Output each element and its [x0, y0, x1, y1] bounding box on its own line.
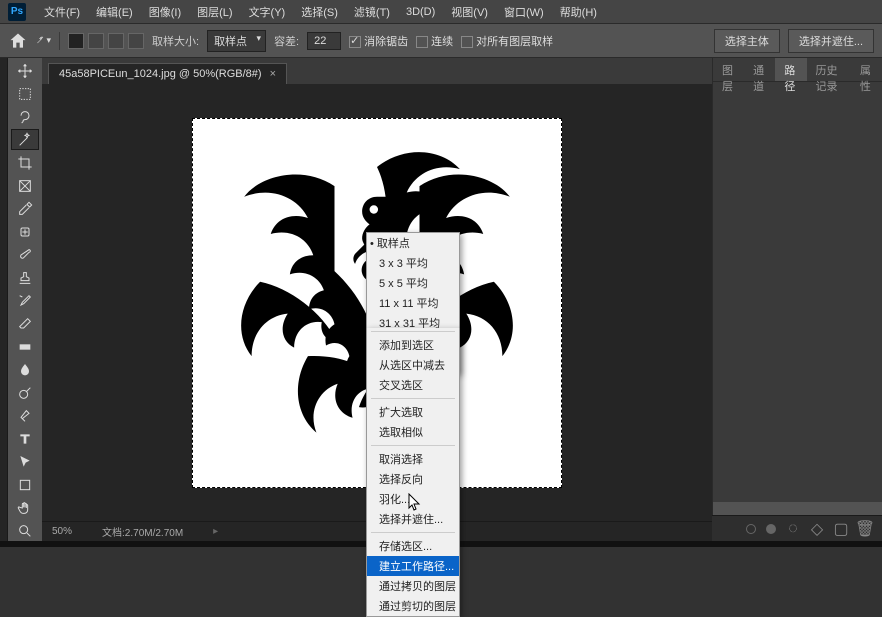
tab-gutter	[0, 58, 8, 541]
tool-type[interactable]	[11, 428, 39, 449]
ctx-save-selection[interactable]: 存储选区...	[367, 536, 459, 556]
tab-paths[interactable]: 路径	[775, 58, 806, 81]
doc-size: 文档:2.70M/2.70M	[102, 524, 183, 539]
ctx-layer-via-cut[interactable]: 通过剪切的图层	[367, 596, 459, 616]
path-to-selection-icon[interactable]: ◌	[786, 522, 800, 536]
selection-intersect-icon[interactable]	[128, 33, 144, 49]
stroke-path-icon[interactable]	[766, 524, 776, 534]
tool-hand[interactable]	[11, 497, 39, 518]
selection-add-icon[interactable]	[88, 33, 104, 49]
zoom-level[interactable]: 50%	[52, 526, 72, 537]
document-tab[interactable]: 45a58PICEun_1024.jpg @ 50%(RGB/8#) ×	[48, 63, 287, 84]
ctx-similar[interactable]: 选取相似	[367, 422, 459, 442]
menu-filter[interactable]: 滤镜(T)	[346, 4, 398, 20]
menu-layer[interactable]: 图层(L)	[189, 4, 240, 20]
tab-history[interactable]: 历史记录	[807, 58, 851, 81]
menu-file[interactable]: 文件(F)	[36, 4, 88, 20]
ctx-sample-3x3[interactable]: 3 x 3 平均	[367, 253, 459, 273]
menu-type[interactable]: 文字(Y)	[241, 4, 294, 20]
tool-zoom[interactable]	[11, 520, 39, 541]
tool-gradient[interactable]	[11, 336, 39, 357]
paths-panel-footer: ◌ ◇ ▢ 🗑	[712, 515, 882, 541]
select-and-mask-button[interactable]: 选择并遮住...	[788, 29, 874, 53]
panel-tabs: 图层 通道 路径 历史记录 属性	[713, 58, 882, 82]
tool-marquee[interactable]	[11, 83, 39, 104]
tool-shape[interactable]	[11, 474, 39, 495]
tolerance-label: 容差:	[274, 33, 299, 49]
tool-pen[interactable]	[11, 405, 39, 426]
app-logo: Ps	[8, 3, 26, 21]
tool-lasso[interactable]	[11, 106, 39, 127]
menu-3d[interactable]: 3D(D)	[398, 6, 443, 18]
tool-magic-wand[interactable]	[11, 129, 39, 150]
right-panels: 图层 通道 路径 历史记录 属性	[712, 58, 882, 541]
new-path-icon[interactable]: ▢	[834, 522, 848, 536]
tool-dodge[interactable]	[11, 382, 39, 403]
menu-select[interactable]: 选择(S)	[293, 4, 346, 20]
close-icon[interactable]: ×	[270, 68, 276, 80]
ctx-make-work-path[interactable]: 建立工作路径...	[367, 556, 459, 576]
tab-layers[interactable]: 图层	[713, 58, 744, 81]
tool-brush[interactable]	[11, 244, 39, 265]
paths-panel-body[interactable]	[713, 82, 882, 502]
tool-eyedropper[interactable]	[11, 198, 39, 219]
ctx-select-and-mask[interactable]: 选择并遮住...	[367, 509, 459, 529]
tool-blur[interactable]	[11, 359, 39, 380]
contiguous-checkbox[interactable]: 连续	[416, 33, 453, 49]
tool-eraser[interactable]	[11, 313, 39, 334]
ctx-intersect-selection[interactable]: 交叉选区	[367, 375, 459, 395]
tolerance-input[interactable]: 22	[307, 32, 341, 50]
tool-history-brush[interactable]	[11, 290, 39, 311]
selection-subtract-icon[interactable]	[108, 33, 124, 49]
all-layers-checkbox[interactable]: 对所有图层取样	[461, 33, 553, 49]
ctx-grow[interactable]: 扩大选取	[367, 402, 459, 422]
tool-frame[interactable]	[11, 175, 39, 196]
home-icon[interactable]	[8, 31, 28, 51]
document-tab-label: 45a58PICEun_1024.jpg @ 50%(RGB/8#)	[59, 68, 262, 80]
fill-path-icon[interactable]	[746, 524, 756, 534]
menu-view[interactable]: 视图(V)	[443, 4, 496, 20]
document-tabs: 45a58PICEun_1024.jpg @ 50%(RGB/8#) ×	[42, 58, 712, 84]
selection-mode-swatches[interactable]	[68, 33, 144, 49]
selection-to-path-icon[interactable]: ◇	[810, 522, 824, 536]
select-subject-button[interactable]: 选择主体	[714, 29, 780, 53]
delete-path-icon[interactable]: 🗑	[858, 522, 872, 536]
sample-size-label: 取样大小:	[152, 33, 199, 49]
ctx-sample-point[interactable]: 取样点	[367, 233, 459, 253]
tab-properties[interactable]: 属性	[851, 58, 882, 81]
ctx-add-to-selection[interactable]: 添加到选区	[367, 335, 459, 355]
ctx-select-inverse[interactable]: 选择反向	[367, 469, 459, 489]
menu-help[interactable]: 帮助(H)	[552, 4, 605, 20]
tool-path-select[interactable]	[11, 451, 39, 472]
antialias-checkbox[interactable]: 消除锯齿	[349, 33, 408, 49]
sample-size-dropdown[interactable]: 取样点	[207, 30, 266, 52]
context-menu-extended[interactable]: 添加到选区 从选区中减去 交叉选区 扩大选取 选取相似 取消选择 选择反向 羽化…	[366, 328, 460, 617]
menu-window[interactable]: 窗口(W)	[496, 4, 552, 20]
ctx-deselect[interactable]: 取消选择	[367, 449, 459, 469]
menu-edit[interactable]: 编辑(E)	[88, 4, 141, 20]
ctx-sample-11x11[interactable]: 11 x 11 平均	[367, 293, 459, 313]
tab-channels[interactable]: 通道	[744, 58, 775, 81]
ctx-subtract-from-selection[interactable]: 从选区中减去	[367, 355, 459, 375]
ctx-layer-via-copy[interactable]: 通过拷贝的图层	[367, 576, 459, 596]
tool-move[interactable]	[11, 60, 39, 81]
selection-new-icon[interactable]	[68, 33, 84, 49]
tool-stamp[interactable]	[11, 267, 39, 288]
ctx-feather[interactable]: 羽化...	[367, 489, 459, 509]
tools-panel	[8, 58, 42, 541]
tool-crop[interactable]	[11, 152, 39, 173]
tool-healing[interactable]	[11, 221, 39, 242]
menubar: Ps 文件(F) 编辑(E) 图像(I) 图层(L) 文字(Y) 选择(S) 滤…	[0, 0, 882, 24]
tool-indicator-wand-icon: ▾	[36, 32, 60, 50]
menu-image[interactable]: 图像(I)	[141, 4, 189, 20]
ctx-sample-5x5[interactable]: 5 x 5 平均	[367, 273, 459, 293]
options-bar: ▾ 取样大小: 取样点 容差: 22 消除锯齿 连续 对所有图层取样 选择主体 …	[0, 24, 882, 58]
